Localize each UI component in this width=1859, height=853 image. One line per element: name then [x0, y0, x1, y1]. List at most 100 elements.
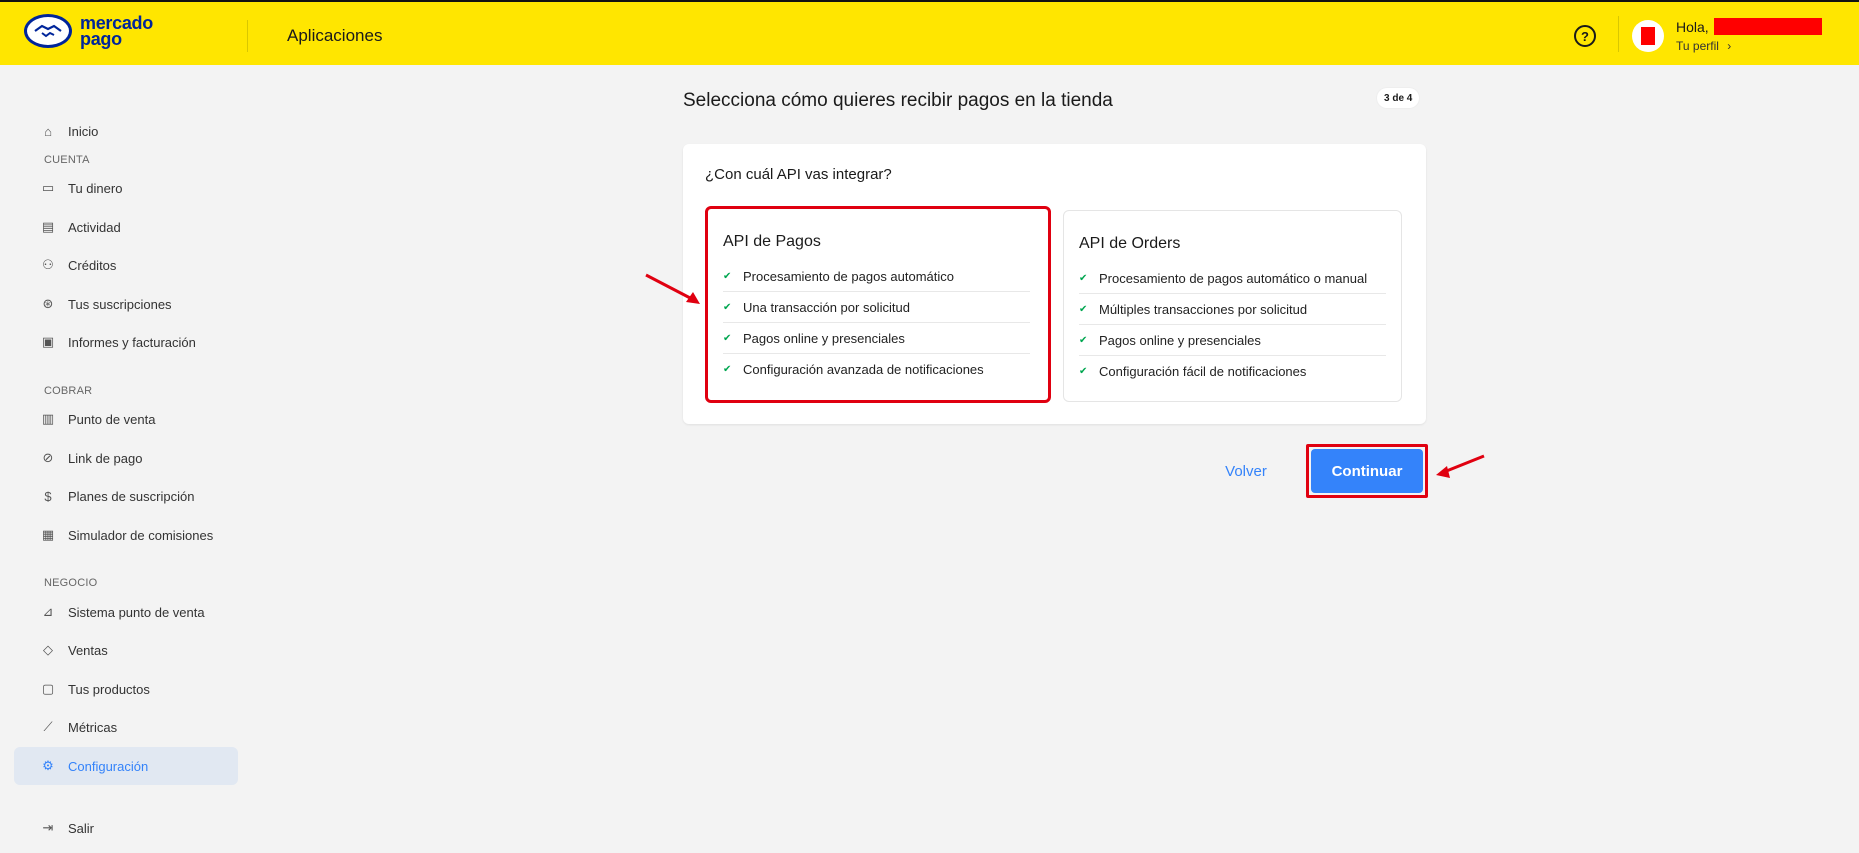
check-icon: ✔: [723, 301, 732, 313]
sidebar-item-tus-productos[interactable]: ▢ Tus productos: [14, 670, 238, 708]
sidebar-item-punto-de-venta[interactable]: ▥ Punto de venta: [14, 400, 238, 438]
sidebar-item-creditos[interactable]: ⚇ Créditos: [14, 246, 238, 284]
sidebar-item-tus-suscripciones[interactable]: ⊛ Tus suscripciones: [14, 285, 238, 323]
products-icon: ▢: [41, 681, 55, 696]
sidebar-item-label: Link de pago: [68, 450, 143, 466]
username-redacted: [1714, 18, 1822, 35]
wallet-icon: ▭: [41, 180, 55, 195]
feature-item: ✔ Múltiples transacciones por solicitud: [1079, 294, 1386, 325]
annotation-arrow-left: [645, 273, 700, 304]
home-icon: ⌂: [44, 123, 52, 139]
point-of-sale-icon: ▥: [41, 411, 55, 426]
reports-icon: ▣: [41, 334, 55, 349]
settings-icon: ⚙: [42, 758, 54, 773]
option-title: API de Pagos: [723, 233, 821, 250]
option-title: API de Orders: [1079, 235, 1181, 252]
sidebar-item-label: Tu dinero: [68, 180, 123, 196]
sidebar-item-label: Configuración: [68, 758, 149, 774]
credits-icon: ⚇: [42, 257, 54, 272]
sidebar-item-label: Sistema punto de venta: [68, 604, 205, 620]
header-divider-right: [1618, 16, 1619, 52]
pos-system-icon: ⊿: [42, 604, 54, 619]
sidebar-item-inicio[interactable]: ⌂ Inicio: [14, 112, 238, 150]
header-divider: [247, 20, 248, 52]
subscription-plans-icon: $: [44, 488, 52, 504]
avatar[interactable]: [1632, 20, 1664, 52]
feature-list: ✔ Procesamiento de pagos automático ✔ Una …: [723, 261, 1030, 385]
brand-name: mercado pago: [80, 14, 153, 48]
back-button[interactable]: Volver: [1206, 455, 1286, 487]
feature-label: Una transacción por solicitud: [743, 299, 910, 315]
check-icon: ✔: [1079, 272, 1088, 284]
feature-item: ✔ Procesamiento de pagos automático: [723, 261, 1030, 292]
sidebar-item-label: Tus productos: [68, 681, 150, 697]
sidebar-item-label: Créditos: [68, 257, 117, 273]
profile-link[interactable]: Tu perfil ›: [1676, 39, 1731, 53]
help-circle-icon[interactable]: ?: [1574, 25, 1596, 47]
check-icon: ✔: [723, 364, 732, 375]
sidebar-item-link-de-pago[interactable]: ⊘ Link de pago: [14, 439, 238, 477]
feature-item: ✔ Configuración fácil de notificaciones: [1079, 356, 1386, 387]
section-label-cuenta: CUENTA: [44, 154, 90, 166]
sidebar-item-label: Inicio: [68, 123, 99, 139]
annotation-arrow-right: [1436, 454, 1485, 478]
feature-label: Pagos online y presenciales: [743, 330, 905, 346]
sidebar-item-ventas[interactable]: ◇ Ventas: [14, 631, 238, 669]
feature-label: Configuración avanzada de notificaciones: [743, 362, 984, 377]
feature-label: Múltiples transacciones por solicitud: [1099, 301, 1308, 317]
feature-item: ✔ Una transacción por solicitud: [723, 292, 1030, 323]
feature-item: ✔ Procesamiento de pagos automático o man…: [1079, 263, 1386, 294]
mercado-pago-logo[interactable]: mercado pago: [24, 14, 153, 48]
avatar-redacted: [1641, 27, 1655, 45]
feature-item: ✔ Pagos online y presenciales: [723, 323, 1030, 354]
logout-icon: ⇥: [42, 820, 54, 835]
subscriptions-icon: ⊛: [42, 296, 54, 311]
sidebar-item-sistema-pos[interactable]: ⊿ Sistema punto de venta: [14, 593, 238, 631]
check-icon: ✔: [723, 270, 732, 282]
calculator-icon: ▦: [41, 527, 55, 542]
sidebar-item-salir[interactable]: ⇥ Salir: [14, 809, 238, 847]
api-selection-card: ¿Con cuál API vas integrar? API de Pagos…: [683, 144, 1426, 424]
sidebar-item-label: Métricas: [68, 719, 118, 735]
check-icon: ✔: [723, 332, 732, 344]
activity-icon: ▤: [41, 219, 55, 234]
feature-item: ✔ Configuración avanzada de notificacione…: [723, 354, 1030, 385]
sidebar-item-label: Actividad: [68, 219, 121, 235]
section-label-cobrar: COBRAR: [44, 385, 93, 397]
option-api-de-orders[interactable]: API de Orders ✔ Procesamiento de pagos au…: [1063, 210, 1402, 402]
sidebar-item-label: Ventas: [68, 642, 108, 658]
payment-link-icon: ⊘: [42, 450, 54, 465]
section-label-negocio: NEGOCIO: [44, 577, 98, 589]
feature-item: ✔ Pagos online y presenciales: [1079, 325, 1386, 356]
feature-label: Procesamiento de pagos automático: [743, 268, 955, 284]
sidebar-item-planes-de-suscripcion[interactable]: $ Planes de suscripción: [14, 477, 238, 515]
sidebar-item-tu-dinero[interactable]: ▭ Tu dinero: [14, 169, 238, 207]
sidebar-item-simulador[interactable]: ▦ Simulador de comisiones: [14, 516, 238, 554]
continue-button[interactable]: Continuar: [1311, 449, 1423, 493]
page-title: Selecciona cómo quieres recibir pagos en…: [683, 90, 1113, 111]
sidebar-item-informes[interactable]: ▣ Informes y facturación: [14, 323, 238, 361]
sidebar-item-metricas[interactable]: ⟋ Métricas: [14, 708, 238, 746]
check-icon: ✔: [1079, 303, 1088, 315]
sidebar-item-label: Punto de venta: [68, 411, 156, 427]
sidebar-item-actividad[interactable]: ▤ Actividad: [14, 208, 238, 246]
metrics-icon: ⟋: [43, 719, 53, 734]
sidebar: ⌂ Inicio CUENTA ▭ Tu dinero ▤ Actividad …: [0, 65, 250, 853]
feature-label: Procesamiento de pagos automático o manu…: [1099, 270, 1368, 286]
greeting-text: Hola,: [1676, 19, 1709, 35]
sidebar-item-configuracion[interactable]: ⚙ Configuración: [14, 747, 238, 785]
check-icon: ✔: [1079, 334, 1088, 346]
check-icon: ✔: [1079, 366, 1088, 377]
tag-icon: ◇: [43, 642, 53, 657]
feature-label: Pagos online y presenciales: [1099, 332, 1261, 348]
app-section-title: Aplicaciones: [287, 26, 383, 45]
profile-link-label: Tu perfil: [1676, 39, 1719, 53]
chevron-right-icon: ›: [1727, 39, 1732, 53]
handshake-icon: [24, 14, 72, 48]
feature-list: ✔ Procesamiento de pagos automático o man…: [1079, 263, 1386, 387]
top-bar: mercado pago Aplicaciones ? Hola, Tu per…: [0, 0, 1859, 65]
option-api-de-pagos[interactable]: API de Pagos ✔ Procesamiento de pagos aut…: [705, 206, 1051, 403]
feature-label: Configuración fácil de notificaciones: [1099, 364, 1307, 379]
sidebar-item-label: Informes y facturación: [68, 334, 196, 350]
sidebar-item-label: Planes de suscripción: [68, 488, 195, 504]
